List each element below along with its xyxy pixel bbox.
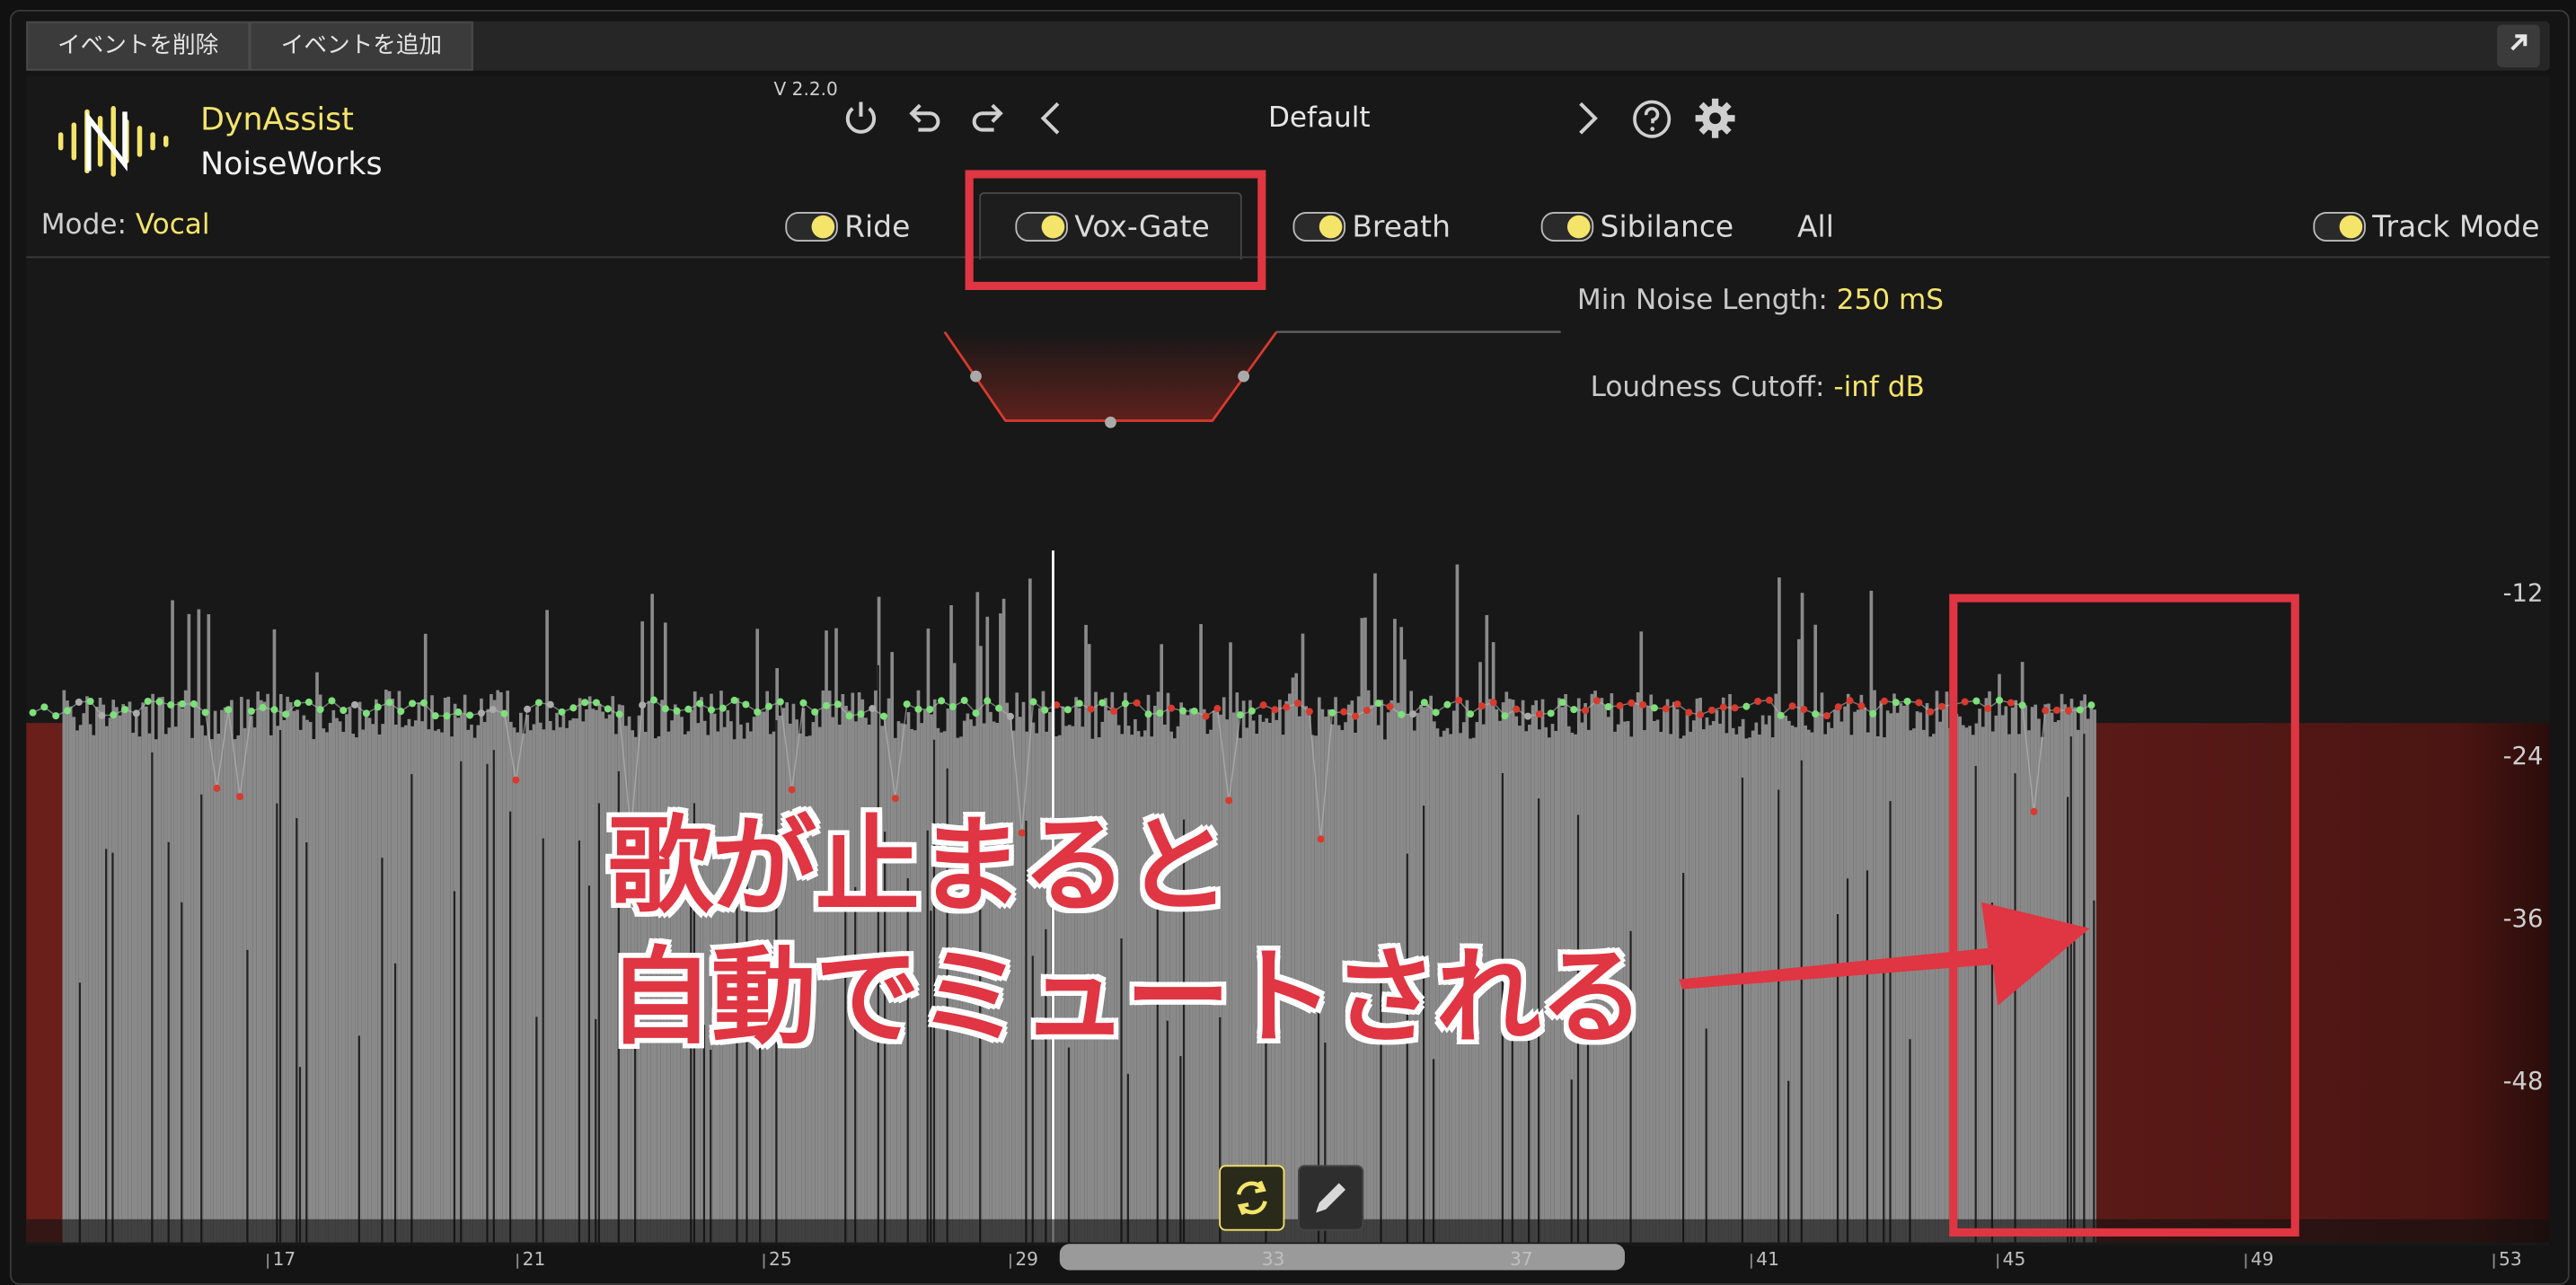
timeline-tick: 29 bbox=[1015, 1248, 1038, 1271]
timeline-tick: 33 bbox=[1261, 1248, 1285, 1271]
timeline-tick: 53 bbox=[2499, 1248, 2522, 1271]
app-window: イベントを削除 イベントを追加 DynAssist NoiseWorks V 2… bbox=[0, 0, 2576, 1285]
timeline-tick: 45 bbox=[2002, 1248, 2026, 1271]
timeline-tick: 49 bbox=[2250, 1248, 2274, 1271]
timeline-tick: 21 bbox=[522, 1248, 546, 1271]
timeline-tick: 37 bbox=[1509, 1248, 1533, 1271]
timeline-tick: 25 bbox=[769, 1248, 792, 1271]
timeline-ruler[interactable] bbox=[0, 0, 2576, 1285]
timeline-scrollbar[interactable] bbox=[1059, 1244, 1625, 1271]
timeline-tick: 41 bbox=[1756, 1248, 1779, 1271]
timeline-tick: 17 bbox=[272, 1248, 296, 1271]
